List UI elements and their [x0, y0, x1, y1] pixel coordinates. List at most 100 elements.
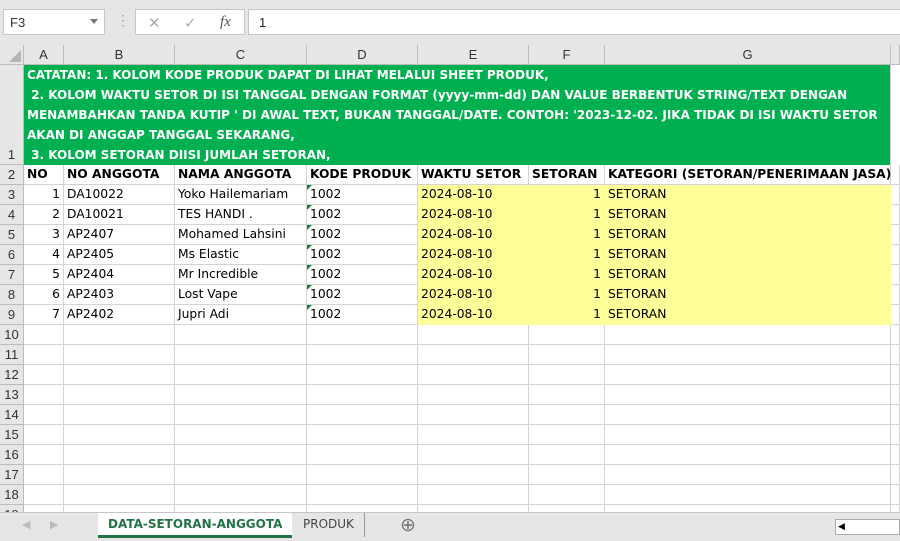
header-cell[interactable]: SETORAN	[529, 165, 605, 185]
cell[interactable]	[175, 325, 307, 345]
row-header-5[interactable]: 5	[0, 225, 24, 245]
name-box[interactable]: F3	[3, 9, 105, 35]
cell[interactable]	[891, 185, 900, 205]
cell[interactable]	[307, 345, 418, 365]
cell[interactable]	[307, 425, 418, 445]
cell[interactable]	[64, 505, 175, 512]
cell[interactable]	[175, 405, 307, 425]
note-cell[interactable]: CATATAN: 1. KOLOM KODE PRODUK DAPAT DI L…	[24, 65, 891, 165]
cell[interactable]	[24, 445, 64, 465]
cell[interactable]	[605, 325, 891, 345]
cell[interactable]	[529, 425, 605, 445]
cell[interactable]	[891, 225, 900, 245]
cell-no-anggota[interactable]: AP2403	[64, 285, 175, 305]
cell[interactable]	[529, 365, 605, 385]
cell[interactable]	[418, 325, 529, 345]
cell[interactable]	[24, 425, 64, 445]
row-header-10[interactable]: 10	[0, 325, 24, 345]
cell-nama-anggota[interactable]: Mr Incredible	[175, 265, 307, 285]
cell-kategori[interactable]: SETORAN	[605, 305, 891, 325]
cell[interactable]	[891, 465, 900, 485]
cell-setoran[interactable]: 1	[529, 285, 605, 305]
cell-setoran[interactable]: 1	[529, 205, 605, 225]
cell-no[interactable]: 7	[24, 305, 64, 325]
tab-produk[interactable]: PRODUK	[293, 513, 365, 537]
cell[interactable]	[605, 365, 891, 385]
cell[interactable]	[529, 485, 605, 505]
row-header-4[interactable]: 4	[0, 205, 24, 225]
cell[interactable]	[418, 385, 529, 405]
row-header-7[interactable]: 7	[0, 265, 24, 285]
cell[interactable]	[418, 505, 529, 512]
cell-waktu-setor[interactable]: 2024-08-10	[418, 285, 529, 305]
cell-kode-produk[interactable]: 1002	[307, 205, 418, 225]
cell-nama-anggota[interactable]: TES HANDI .	[175, 205, 307, 225]
cell-no-anggota[interactable]: AP2405	[64, 245, 175, 265]
cell[interactable]	[418, 345, 529, 365]
cell-kategori[interactable]: SETORAN	[605, 225, 891, 245]
cell[interactable]	[64, 365, 175, 385]
cell-kategori[interactable]: SETORAN	[605, 285, 891, 305]
cell[interactable]	[529, 345, 605, 365]
column-header-c[interactable]: C	[175, 45, 307, 65]
cell-nama-anggota[interactable]: Lost Vape	[175, 285, 307, 305]
cell-nama-anggota[interactable]: Yoko Hailemariam	[175, 185, 307, 205]
cell-kode-produk[interactable]: 1002	[307, 265, 418, 285]
cell-kode-produk[interactable]: 1002	[307, 245, 418, 265]
cell-kategori[interactable]: SETORAN	[605, 245, 891, 265]
row-header-2[interactable]: 2	[0, 165, 24, 185]
cell[interactable]	[529, 385, 605, 405]
cell-no[interactable]: 1	[24, 185, 64, 205]
row-header-13[interactable]: 13	[0, 385, 24, 405]
cell[interactable]	[175, 485, 307, 505]
cell-no[interactable]: 3	[24, 225, 64, 245]
cell-waktu-setor[interactable]: 2024-08-10	[418, 245, 529, 265]
cell[interactable]	[24, 385, 64, 405]
cell[interactable]	[891, 165, 900, 185]
cell[interactable]	[24, 365, 64, 385]
row-header-18[interactable]: 18	[0, 485, 24, 505]
cell-setoran[interactable]: 1	[529, 225, 605, 245]
cell[interactable]	[605, 465, 891, 485]
scroll-left-arrow-icon[interactable]: ◀	[838, 521, 845, 532]
chevron-down-icon[interactable]	[90, 19, 98, 24]
cell[interactable]	[175, 445, 307, 465]
enter-icon[interactable]: ✓	[184, 14, 197, 32]
cell[interactable]	[891, 265, 900, 285]
column-header-a[interactable]: A	[24, 45, 64, 65]
cell-nama-anggota[interactable]: Mohamed Lahsini	[175, 225, 307, 245]
cell[interactable]	[307, 385, 418, 405]
cell-no-anggota[interactable]: AP2404	[64, 265, 175, 285]
cell[interactable]	[605, 345, 891, 365]
cell[interactable]	[24, 405, 64, 425]
select-all-corner[interactable]	[0, 45, 24, 65]
scroll-right-icon[interactable]: ▶	[50, 518, 58, 531]
header-cell[interactable]: KATEGORI (SETORAN/PENERIMAAN JASA)	[605, 165, 891, 185]
cell[interactable]	[64, 445, 175, 465]
row-header-9[interactable]: 9	[0, 305, 24, 325]
cell[interactable]	[891, 285, 900, 305]
cell[interactable]	[891, 485, 900, 505]
tab-data-setoran-anggota[interactable]: DATA-SETORAN-ANGGOTA	[98, 513, 293, 538]
cell[interactable]	[418, 465, 529, 485]
formula-input[interactable]: 1	[248, 9, 900, 35]
cell-waktu-setor[interactable]: 2024-08-10	[418, 305, 529, 325]
cell[interactable]	[891, 405, 900, 425]
row-header-19[interactable]: 19	[0, 505, 24, 512]
cell-kode-produk[interactable]: 1002	[307, 305, 418, 325]
cell-kategori[interactable]: SETORAN	[605, 265, 891, 285]
cell[interactable]	[64, 485, 175, 505]
scroll-left-icon[interactable]: ◀	[22, 518, 30, 531]
cell[interactable]	[605, 485, 891, 505]
cell-waktu-setor[interactable]: 2024-08-10	[418, 205, 529, 225]
cell[interactable]	[64, 345, 175, 365]
header-cell[interactable]: KODE PRODUK	[307, 165, 418, 185]
cell[interactable]	[891, 245, 900, 265]
cell-kategori[interactable]: SETORAN	[605, 185, 891, 205]
cell[interactable]	[605, 445, 891, 465]
cell[interactable]	[891, 305, 900, 325]
cell[interactable]	[64, 325, 175, 345]
cell[interactable]	[307, 485, 418, 505]
cell-waktu-setor[interactable]: 2024-08-10	[418, 185, 529, 205]
cell[interactable]	[24, 465, 64, 485]
